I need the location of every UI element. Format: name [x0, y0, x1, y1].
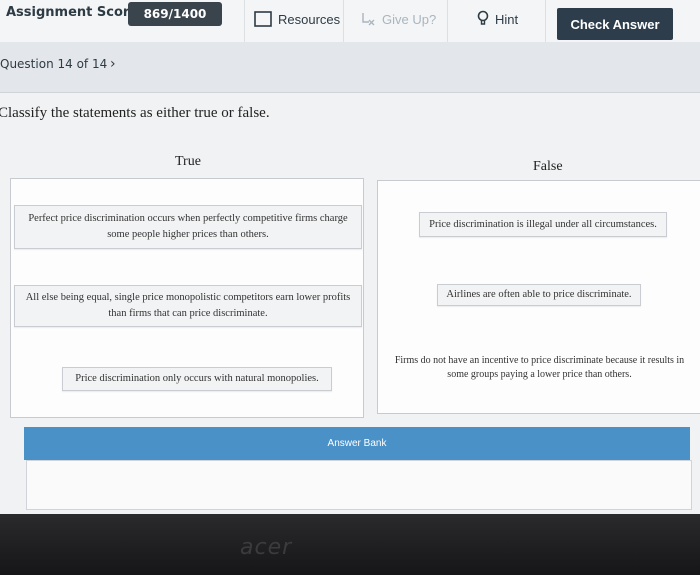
answer-card[interactable]: All else being equal, single price monop… — [14, 285, 362, 327]
resources-icon — [254, 11, 272, 27]
question-instruction: Classify the statements as either true o… — [0, 105, 270, 121]
give-up-button[interactable]: Give Up? — [360, 4, 436, 34]
check-answer-button[interactable]: Check Answer — [557, 8, 673, 40]
brand-logo: acer — [240, 535, 293, 560]
false-column-heading: False — [533, 159, 563, 174]
question-counter: Question 14 of 14 — [0, 57, 108, 71]
answer-card[interactable]: Firms do not have an incentive to price … — [379, 352, 700, 384]
next-question-chevron-icon[interactable]: › — [110, 56, 116, 72]
assignment-score-badge: 869/1400 — [128, 2, 222, 26]
assignment-score-label: Assignment Score: — [6, 5, 144, 20]
toolbar-divider — [244, 0, 245, 42]
answer-bank-header: Answer Bank — [24, 427, 690, 460]
monitor-bezel — [0, 514, 700, 575]
answer-card[interactable]: Airlines are often able to price discrim… — [437, 284, 641, 306]
true-column-heading: True — [175, 154, 201, 169]
answer-card[interactable]: Price discrimination only occurs with na… — [62, 367, 332, 391]
question-nav: Question 14 of 14 › — [0, 42, 700, 93]
lightbulb-icon — [477, 10, 489, 28]
resources-button[interactable]: Resources — [254, 4, 340, 34]
toolbar-divider — [343, 0, 344, 42]
toolbar-divider — [447, 0, 448, 42]
toolbar-divider — [545, 0, 546, 42]
answer-card[interactable]: Price discrimination is illegal under al… — [419, 212, 667, 237]
answer-bank-area[interactable] — [26, 460, 692, 510]
toolbar: Assignment Score: 869/1400 Resources Giv… — [0, 0, 700, 43]
answer-card[interactable]: Perfect price discrimination occurs when… — [14, 205, 362, 249]
give-up-label: Give Up? — [382, 11, 437, 27]
hint-label: Hint — [495, 11, 519, 27]
resources-label: Resources — [278, 11, 341, 27]
hint-button[interactable]: Hint — [477, 4, 518, 34]
give-up-icon — [360, 11, 376, 27]
